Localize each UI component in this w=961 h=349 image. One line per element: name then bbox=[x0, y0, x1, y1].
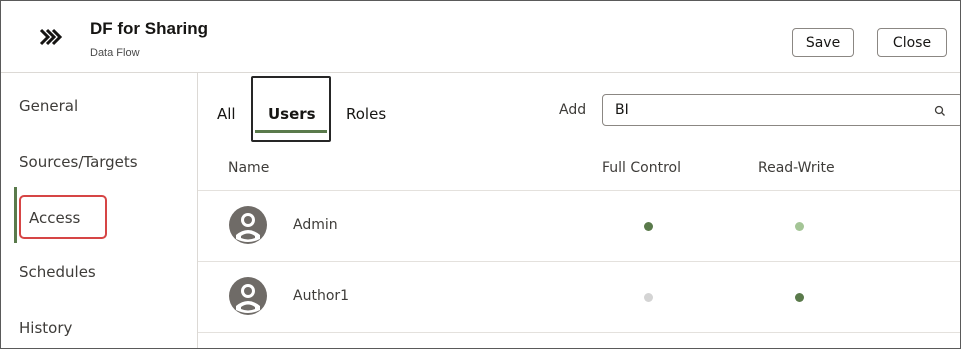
add-label: Add bbox=[559, 102, 587, 118]
table-row[interactable]: Author1 bbox=[198, 261, 960, 332]
read-write-indicator[interactable] bbox=[795, 222, 804, 231]
column-header-read-write: Read-Write bbox=[758, 160, 835, 176]
save-button[interactable]: Save bbox=[792, 28, 854, 57]
main-panel: All Users Roles Add BI Name Full Control… bbox=[198, 73, 960, 348]
active-indicator bbox=[14, 187, 17, 243]
user-name: Admin bbox=[293, 217, 338, 233]
sidebar: General Sources/Targets Access Schedules… bbox=[1, 73, 198, 348]
read-write-indicator[interactable] bbox=[795, 293, 804, 302]
sidebar-item-history[interactable]: History bbox=[19, 319, 72, 337]
page-subtitle: Data Flow bbox=[90, 47, 140, 59]
tab-users[interactable]: Users bbox=[268, 105, 316, 123]
sidebar-item-general[interactable]: General bbox=[19, 97, 78, 115]
table-row[interactable]: Admin bbox=[198, 190, 960, 261]
header: DF for Sharing Data Flow Save Close bbox=[1, 1, 960, 73]
page-title: DF for Sharing bbox=[90, 19, 209, 38]
user-avatar-icon bbox=[228, 276, 268, 316]
search-icon[interactable] bbox=[933, 104, 947, 118]
column-header-full-control: Full Control bbox=[602, 160, 681, 176]
search-input[interactable]: BI bbox=[602, 94, 960, 126]
full-control-indicator[interactable] bbox=[644, 293, 653, 302]
table-row-separator bbox=[198, 332, 960, 348]
tab-selected-underline bbox=[255, 130, 327, 133]
user-name: Author1 bbox=[293, 288, 350, 304]
search-input-value: BI bbox=[615, 102, 629, 118]
sidebar-item-access[interactable]: Access bbox=[29, 209, 80, 227]
sidebar-item-schedules[interactable]: Schedules bbox=[19, 263, 96, 281]
app-window: DF for Sharing Data Flow Save Close Gene… bbox=[0, 0, 961, 349]
tab-all[interactable]: All bbox=[217, 105, 236, 123]
full-control-indicator[interactable] bbox=[644, 222, 653, 231]
data-flow-chevrons-icon bbox=[25, 23, 65, 51]
sidebar-item-sources-targets[interactable]: Sources/Targets bbox=[19, 153, 138, 171]
user-avatar-icon bbox=[228, 205, 268, 245]
column-header-name: Name bbox=[228, 160, 270, 176]
tab-roles[interactable]: Roles bbox=[346, 105, 386, 123]
close-button[interactable]: Close bbox=[877, 28, 947, 57]
